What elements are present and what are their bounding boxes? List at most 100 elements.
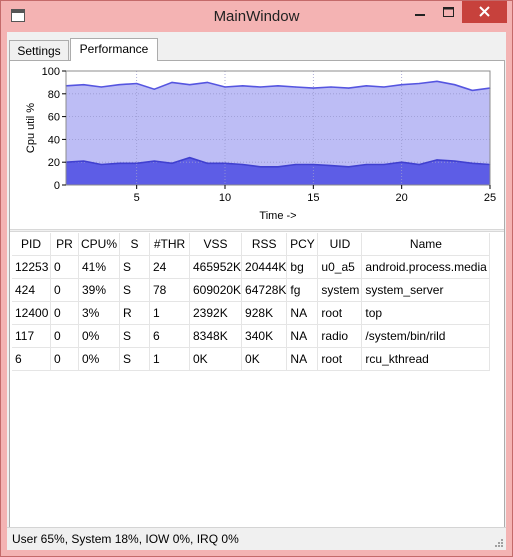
- data-point: [383, 86, 385, 88]
- column-header-uid[interactable]: UID: [317, 233, 363, 256]
- title-bar[interactable]: MainWindow: [1, 1, 512, 32]
- data-point: [401, 84, 403, 86]
- cell-name: android.process.media: [361, 255, 491, 279]
- data-point: [259, 86, 261, 88]
- cell-threads: 78: [149, 278, 190, 302]
- x-tick-label: 20: [396, 192, 408, 204]
- y-tick-label: 0: [54, 180, 60, 192]
- cell-pid: 6: [12, 347, 51, 371]
- cell-uid: radio: [317, 324, 363, 348]
- data-point: [365, 163, 367, 166]
- cell-pid: 424: [12, 278, 51, 302]
- y-tick-label: 40: [48, 134, 60, 146]
- x-tick-label: 25: [484, 192, 496, 204]
- cell-vss: 2392K: [189, 301, 243, 325]
- cell-vss: 609020K: [189, 278, 243, 302]
- table-row[interactable]: 117 0 0% S 6 8348K 340K NA radio /system…: [12, 324, 491, 348]
- cell-rss: 928K: [241, 301, 288, 325]
- data-point: [100, 163, 102, 166]
- column-header-rss[interactable]: RSS: [241, 233, 288, 256]
- data-point: [418, 82, 420, 85]
- minimize-icon: [415, 14, 425, 16]
- data-point: [242, 163, 244, 166]
- size-grip-icon[interactable]: [494, 538, 504, 548]
- column-header-threads[interactable]: #THR: [149, 233, 190, 256]
- x-axis-label: Time ->: [259, 210, 296, 222]
- cell-state: S: [119, 255, 150, 279]
- x-tick-label: 10: [219, 192, 231, 204]
- data-point: [153, 88, 155, 90]
- y-tick-label: 60: [48, 112, 60, 124]
- cell-rss: 64728K: [241, 278, 288, 302]
- close-button[interactable]: [462, 1, 507, 23]
- y-tick-label: 100: [42, 66, 60, 78]
- cell-pr: 0: [50, 255, 79, 279]
- data-point: [418, 163, 420, 166]
- cell-rss: 0K: [241, 347, 288, 371]
- splitter-handle[interactable]: [10, 229, 504, 232]
- cell-state: S: [119, 324, 150, 348]
- cell-pcy: bg: [286, 255, 319, 279]
- maximize-button[interactable]: [434, 1, 462, 23]
- data-point: [224, 86, 226, 88]
- cell-uid: u0_a5: [317, 255, 363, 279]
- data-point: [277, 85, 279, 87]
- cell-name: system_server: [361, 278, 491, 302]
- data-point: [330, 86, 332, 88]
- data-point: [312, 87, 314, 89]
- table-row[interactable]: 12253 0 41% S 24 465952K 20444K bg u0_a5…: [12, 255, 491, 279]
- cell-vss: 465952K: [189, 255, 243, 279]
- cell-cpu: 39%: [78, 278, 120, 302]
- column-header-cpu[interactable]: CPU%: [78, 233, 120, 256]
- cell-pid: 12400: [12, 301, 51, 325]
- cell-state: R: [119, 301, 150, 325]
- table-row[interactable]: 6 0 0% S 1 0K 0K NA root rcu_kthread: [12, 347, 491, 371]
- maximize-icon: [443, 7, 454, 17]
- data-point: [259, 166, 261, 168]
- column-header-name[interactable]: Name: [361, 233, 491, 256]
- cell-cpu: 0%: [78, 324, 120, 348]
- close-icon: [479, 6, 490, 17]
- cell-threads: 1: [149, 301, 190, 325]
- data-point: [312, 163, 314, 166]
- tab-performance[interactable]: Performance: [70, 38, 158, 61]
- data-point: [454, 84, 456, 86]
- data-point: [136, 82, 138, 85]
- y-axis-label: Cpu util %: [25, 103, 37, 153]
- cell-vss: 0K: [189, 347, 243, 371]
- x-tick-label: 15: [307, 192, 319, 204]
- data-point: [295, 86, 297, 88]
- table-row[interactable]: 424 0 39% S 78 609020K 64728K fg system …: [12, 278, 491, 302]
- cell-vss: 8348K: [189, 324, 243, 348]
- tab-settings[interactable]: Settings: [9, 40, 69, 60]
- cell-pcy: fg: [286, 278, 319, 302]
- cpu-util-chart: 0 20 40 60 80 100 5 10 15 20 25 Time -> Cpu util %: [25, 66, 496, 222]
- data-point: [83, 160, 85, 162]
- data-point: [330, 165, 332, 167]
- cell-uid: root: [317, 301, 363, 325]
- cell-uid: system: [317, 278, 363, 302]
- minimize-button[interactable]: [406, 1, 434, 23]
- data-point: [118, 84, 120, 86]
- column-header-pcy[interactable]: PCY: [286, 233, 319, 256]
- cell-pr: 0: [50, 278, 79, 302]
- y-tick-label: 20: [48, 157, 60, 169]
- data-point: [153, 160, 155, 162]
- data-point: [454, 160, 456, 162]
- column-header-vss[interactable]: VSS: [189, 233, 243, 256]
- data-point: [277, 166, 279, 168]
- status-bar: User 65%, System 18%, IOW 0%, IRQ 0%: [7, 527, 506, 550]
- data-point: [224, 162, 226, 164]
- cell-cpu: 0%: [78, 347, 120, 371]
- column-header-state[interactable]: S: [119, 233, 150, 256]
- cell-pid: 117: [12, 324, 51, 348]
- cell-pcy: NA: [286, 324, 319, 348]
- data-point: [206, 81, 208, 83]
- table-row[interactable]: 12400 0 3% R 1 2392K 928K NA root top: [12, 301, 491, 325]
- data-point: [471, 162, 473, 164]
- column-header-pr[interactable]: PR: [50, 233, 79, 256]
- column-header-pid[interactable]: PID: [12, 233, 51, 256]
- cell-rss: 340K: [241, 324, 288, 348]
- data-point: [295, 163, 297, 166]
- y-tick-label: 80: [48, 89, 60, 101]
